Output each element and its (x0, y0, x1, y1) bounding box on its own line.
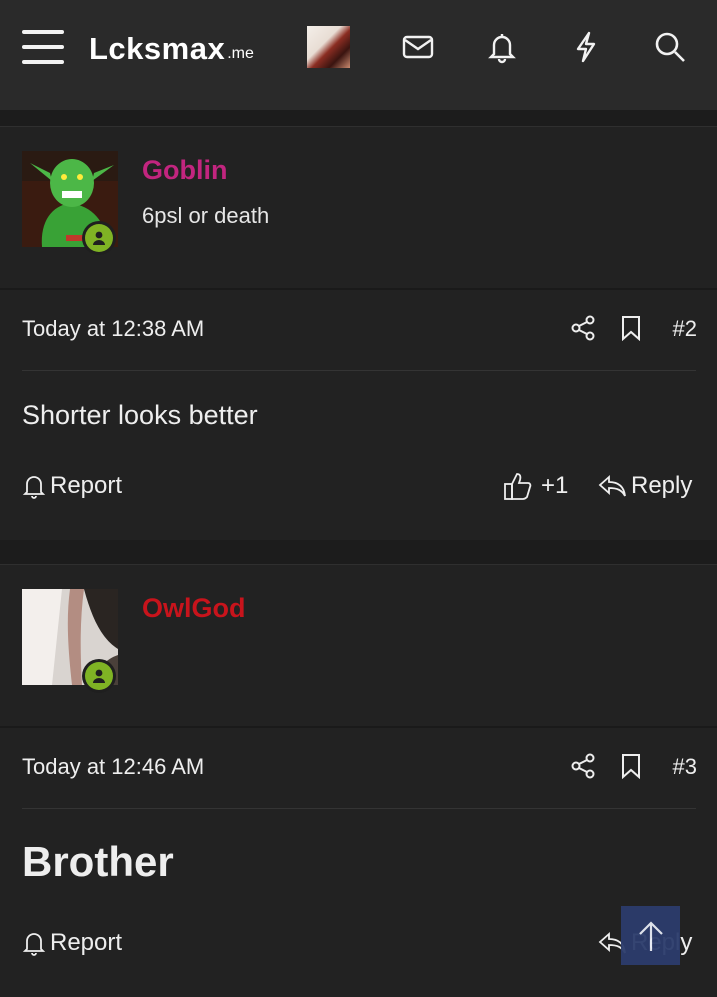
author-avatar[interactable] (22, 151, 118, 255)
post-number-link[interactable]: #2 (673, 316, 697, 342)
meta-divider (0, 726, 717, 728)
report-bell-icon (22, 476, 46, 499)
post-message: Today at 12:46 AM #3 Brother Report Repl… (0, 726, 717, 997)
search-icon[interactable] (653, 30, 687, 64)
inbox-icon[interactable] (401, 30, 435, 64)
arrow-up-icon (638, 920, 663, 951)
report-bell-icon (22, 933, 46, 956)
menu-icon[interactable] (22, 30, 64, 64)
bookmark-icon[interactable] (618, 753, 644, 780)
meta-divider (0, 288, 717, 290)
post-timestamp[interactable]: Today at 12:46 AM (22, 754, 204, 780)
online-status-icon (82, 221, 116, 255)
lightning-icon[interactable] (569, 30, 603, 64)
site-logo[interactable]: Lcksmax .me (89, 30, 254, 66)
share-icon[interactable] (570, 315, 596, 341)
post-body-text: Shorter looks better (22, 400, 258, 430)
report-label: Report (50, 929, 123, 956)
online-status-icon (82, 659, 116, 693)
scroll-to-top-button[interactable] (621, 906, 680, 965)
share-icon[interactable] (570, 753, 596, 779)
post-number-link[interactable]: #3 (673, 754, 697, 780)
bookmark-icon[interactable] (618, 315, 644, 342)
post-header-divider (22, 808, 696, 809)
post-timestamp[interactable]: Today at 12:38 AM (22, 316, 204, 342)
author-avatar[interactable] (22, 589, 118, 693)
post-author-block: Goblin 6psl or death (0, 126, 717, 289)
reaction-count[interactable]: +1 (541, 472, 568, 500)
logo-text: Lcksmax (89, 31, 226, 66)
post-message: Today at 12:38 AM #2 Shorter looks bette… (0, 288, 717, 540)
author-pointer (48, 267, 92, 289)
top-navigation-bar: Lcksmax .me (0, 0, 717, 110)
author-user-title: 6psl or death (142, 203, 270, 228)
report-label: Report (50, 472, 123, 499)
report-button[interactable]: Report (22, 472, 122, 500)
report-button[interactable]: Report (22, 929, 122, 957)
reply-button[interactable]: Reply (597, 472, 692, 500)
bell-icon[interactable] (485, 30, 519, 64)
thumbs-up-icon (504, 473, 532, 500)
like-button[interactable]: +1 (503, 472, 568, 500)
author-username[interactable]: Goblin (142, 155, 227, 186)
post-body-text: Brother (22, 838, 174, 885)
post-header-divider (22, 370, 696, 371)
post-author-block: OwlGod (0, 564, 717, 727)
reply-label: Reply (631, 472, 693, 499)
logo-tld: .me (227, 45, 254, 62)
account-avatar[interactable] (307, 26, 350, 68)
post-separator (0, 540, 717, 564)
author-pointer (48, 705, 92, 727)
author-username[interactable]: OwlGod (142, 593, 246, 624)
reply-arrow-icon (598, 474, 626, 497)
